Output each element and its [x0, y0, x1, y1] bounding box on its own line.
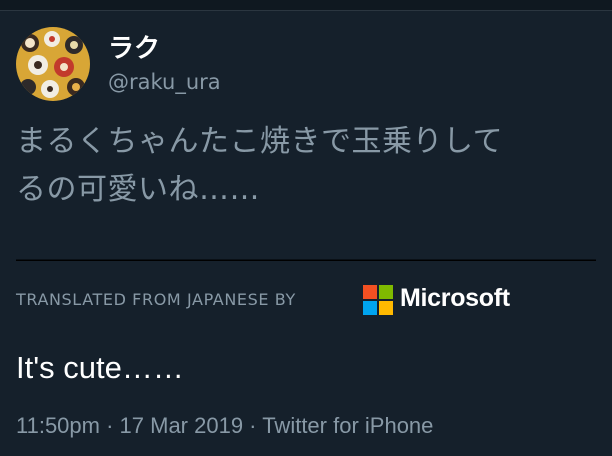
translated-text: It's cute……: [16, 350, 184, 385]
microsoft-wordmark[interactable]: Microsoft: [400, 284, 510, 313]
tweet-metadata[interactable]: 11:50pm · 17 Mar 2019 · Twitter for iPho…: [16, 413, 433, 439]
avatar[interactable]: [16, 27, 90, 101]
user-handle[interactable]: @raku_ura: [108, 70, 221, 94]
top-border: [0, 0, 612, 11]
tweet-text-line: るの可愛いね……: [16, 172, 260, 207]
display-name[interactable]: ラク: [108, 28, 160, 65]
avatar-image-icon: [16, 27, 90, 101]
tweet-text-line: まるくちゃんたこ焼きで玉乗りして: [16, 124, 504, 159]
divider: [16, 259, 596, 261]
microsoft-logo-icon: [363, 285, 393, 315]
translated-label: TRANSLATED FROM JAPANESE BY: [16, 290, 296, 309]
tweet-text: まるくちゃんたこ焼きで玉乗りして るの可愛いね……: [16, 118, 606, 214]
